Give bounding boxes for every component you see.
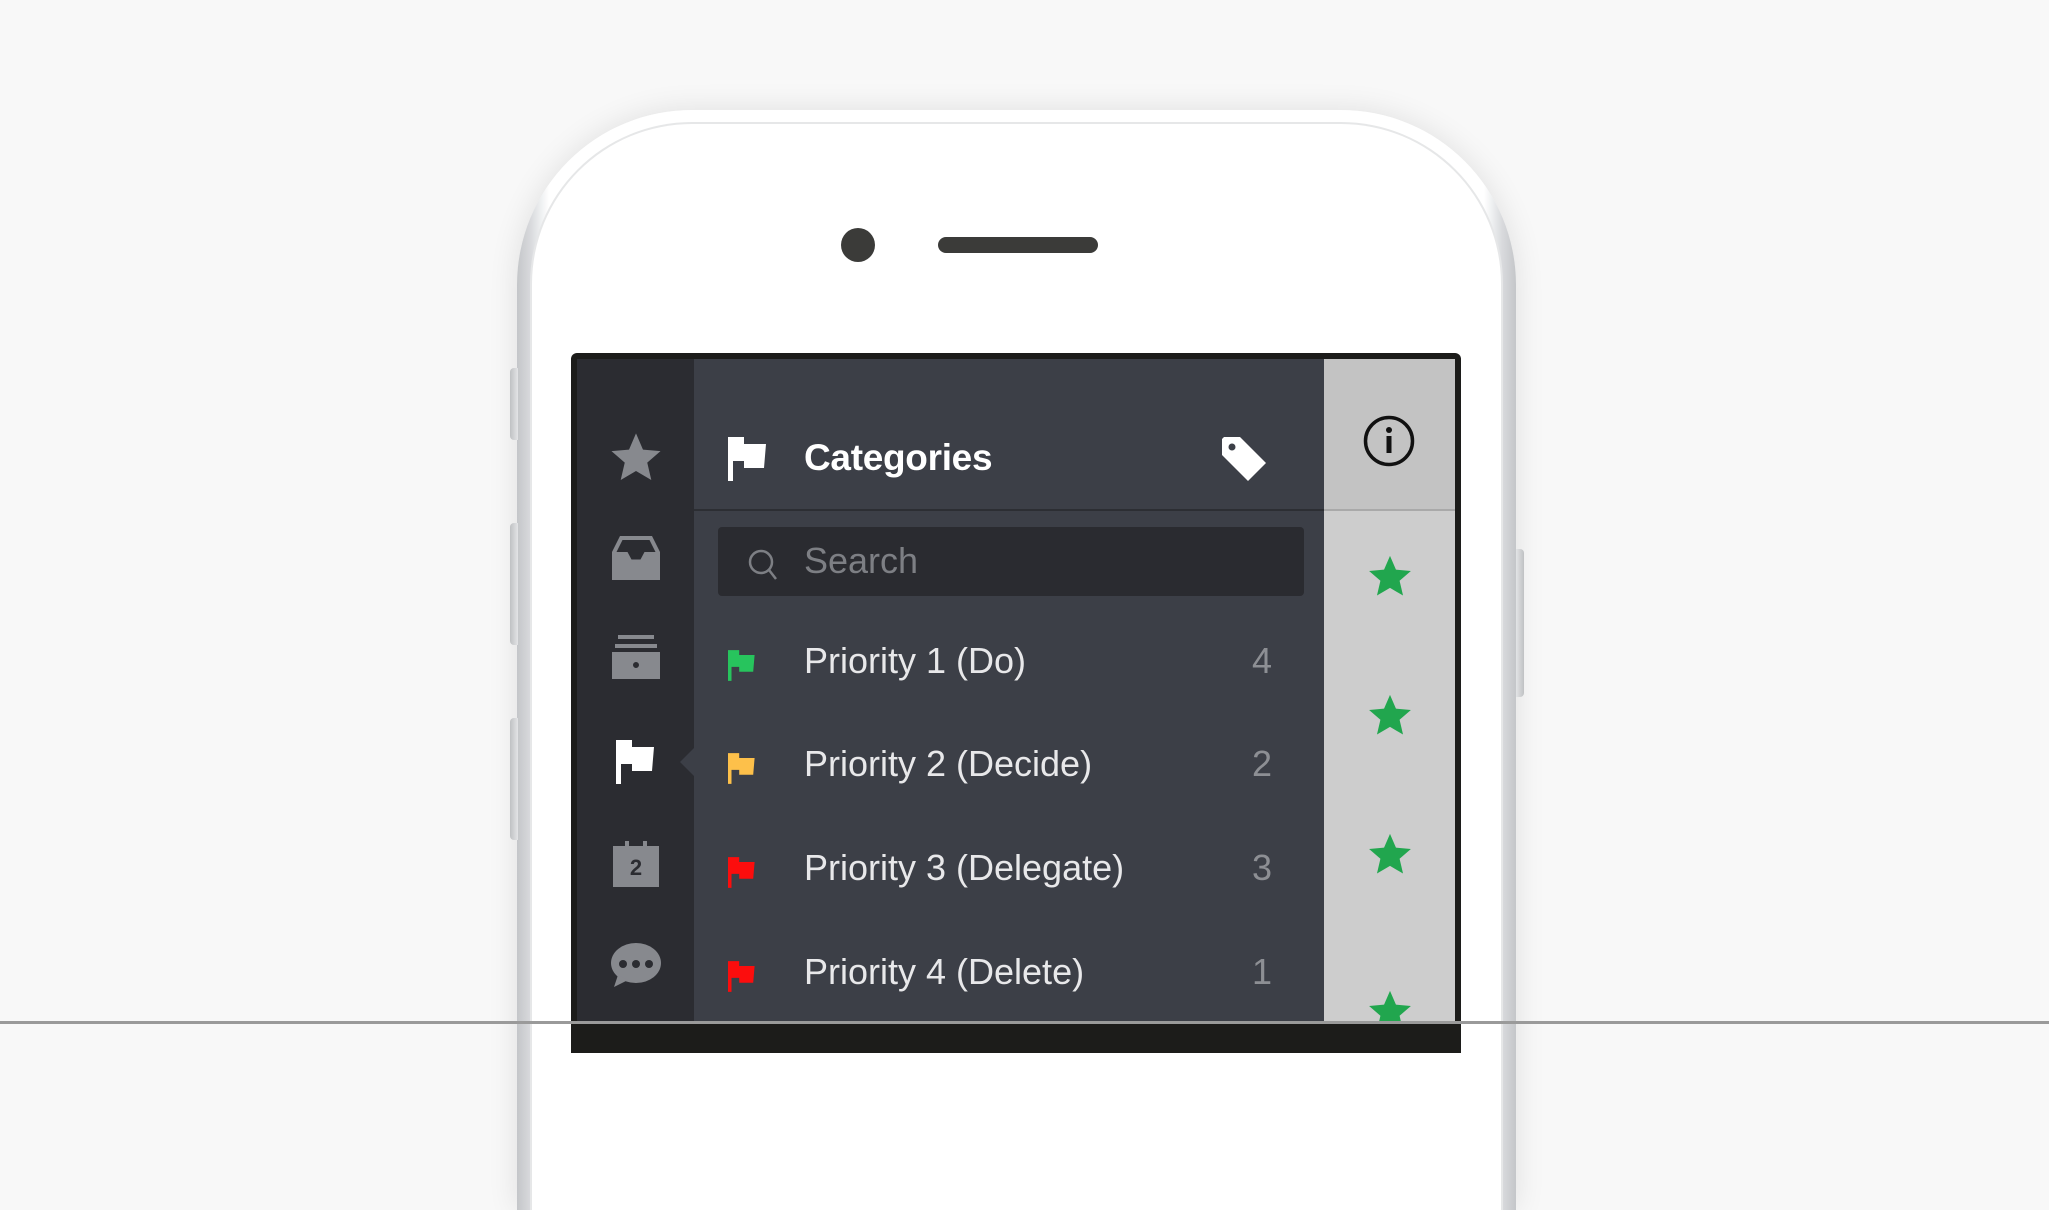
category-row-priority-2[interactable]: Priority 2 (Decide) 2 (694, 721, 1324, 811)
calendar-icon: 2 (612, 841, 659, 887)
earpiece-speaker (938, 237, 1098, 253)
task-list-header (1324, 359, 1455, 511)
flag-icon (728, 650, 755, 681)
task-row[interactable] (1324, 511, 1455, 652)
flag-icon (728, 437, 766, 481)
front-camera (841, 228, 875, 262)
flag-icon (728, 753, 755, 784)
task-row[interactable] (1324, 650, 1455, 791)
info-icon[interactable] (1363, 415, 1415, 467)
category-count: 1 (1251, 951, 1272, 992)
star-icon[interactable] (1366, 988, 1414, 1024)
category-row-priority-4[interactable]: Priority 4 (Delete) 1 (694, 929, 1324, 1019)
category-label: Priority 4 (Delete) (804, 951, 1085, 992)
mute-switch (510, 368, 518, 440)
task-row[interactable] (1324, 789, 1455, 930)
tag-icon[interactable] (1220, 435, 1268, 483)
volume-down-button (510, 718, 518, 840)
flag-fill (728, 961, 755, 992)
flag-fill (728, 650, 755, 681)
flag-fill (728, 857, 755, 888)
star-icon[interactable] (1366, 692, 1414, 738)
flag-icon (728, 857, 755, 888)
category-label: Priority 1 (Do) (804, 640, 1027, 681)
star-icon[interactable] (1366, 831, 1414, 877)
category-row-priority-3[interactable]: Priority 3 (Delegate) 3 (694, 825, 1324, 915)
flag-fill (728, 753, 755, 784)
archive-icon (611, 635, 660, 679)
search-input[interactable] (804, 537, 1284, 585)
page-title: Categories (804, 437, 993, 478)
category-label: Priority 2 (Decide) (804, 743, 1093, 784)
task-list-peek (1324, 359, 1455, 1024)
app-screen: 2 Categories Search Priority 1 (Do) 4 Pr… (577, 359, 1455, 1024)
categories-panel: Categories Priority 1 (Do) 4 Priority 2 … (694, 359, 1324, 1024)
category-count: 2 (1251, 743, 1272, 784)
category-label: Priority 3 (Delegate) (804, 847, 1125, 888)
sidebar: 2 (577, 359, 694, 1024)
category-row-priority-1[interactable]: Priority 1 (Do) 4 (694, 618, 1324, 708)
volume-up-button (510, 523, 518, 645)
flag-icon (615, 740, 654, 784)
calendar-badge: 2 (629, 855, 641, 880)
chat-icon (610, 943, 661, 987)
panel-header: Categories (694, 359, 1324, 511)
category-count: 3 (1251, 847, 1272, 888)
power-button (1516, 549, 1524, 697)
search-icon (748, 549, 777, 580)
search-bar (718, 527, 1304, 596)
category-count: 4 (1251, 640, 1272, 681)
flag-icon (728, 961, 755, 992)
active-indicator (680, 748, 694, 776)
sidebar-item-archive[interactable] (577, 612, 694, 702)
sidebar-item-categories[interactable] (577, 717, 694, 807)
sidebar-item-calendar[interactable]: 2 (577, 819, 694, 909)
task-row[interactable] (1324, 928, 1455, 1024)
sidebar-item-inbox[interactable] (577, 513, 694, 603)
sidebar-item-starred[interactable] (577, 412, 694, 502)
inbox-icon (611, 536, 660, 580)
star-icon (610, 433, 661, 480)
star-icon[interactable] (1366, 553, 1414, 599)
sidebar-item-messages[interactable] (577, 920, 694, 1010)
